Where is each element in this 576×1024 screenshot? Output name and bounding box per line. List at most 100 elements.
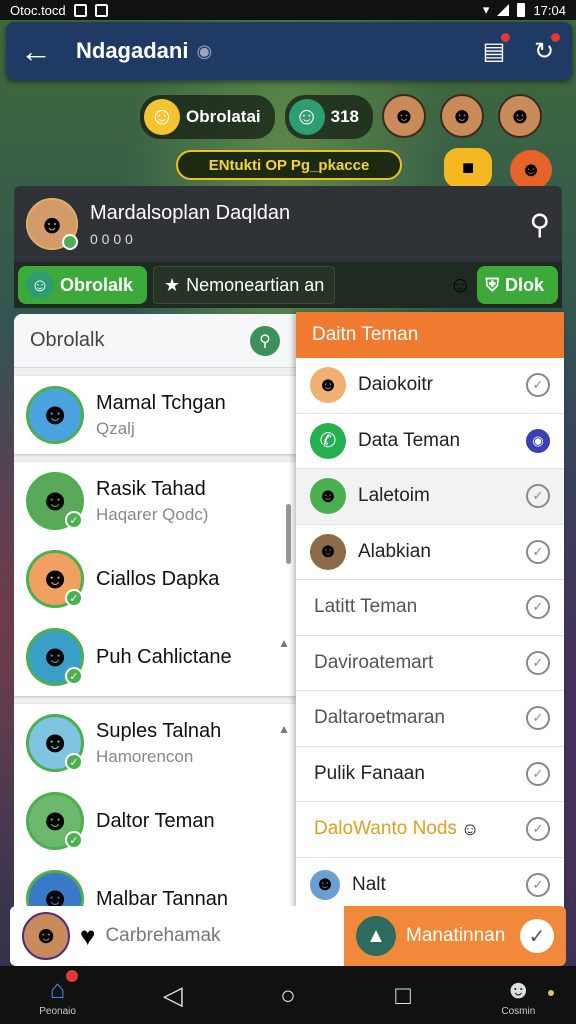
home-icon: ⌂: [49, 973, 66, 1004]
tab-notifications[interactable]: ★ Nemoneartian an: [153, 266, 336, 304]
contact-row[interactable]: ☻ ✓ Ciallos Dapka: [14, 540, 296, 618]
contact-name: Suples Talnah: [96, 719, 222, 742]
avatar-icon[interactable]: ☻: [498, 94, 542, 138]
check-icon: ✓: [65, 511, 83, 529]
tab-notifications-label: Nemoneartian an: [186, 274, 325, 295]
gift-icon[interactable]: ■: [444, 148, 492, 188]
friend-row[interactable]: ☻ Daiokoitr ✓: [296, 358, 564, 414]
friend-name: Latitt Teman: [314, 596, 418, 618]
green-face-icon: ☺: [288, 99, 325, 135]
friend-row[interactable]: ☻ Laletoim ✓: [296, 469, 564, 525]
compose-area[interactable]: ☻ ♥ Carbrehamak: [10, 906, 344, 966]
profile-sub: 0 0 0 0: [90, 230, 133, 247]
friend-name: DaloWanto Nods: [314, 818, 457, 840]
status-bar: Otoc.tocd ▾ 17:04: [0, 0, 576, 20]
inbox-button[interactable]: ▤: [480, 31, 512, 65]
caret-up-icon[interactable]: ▲: [278, 722, 290, 736]
search-icon[interactable]: ⚲: [529, 208, 550, 241]
contact-row[interactable]: ☻ ✓ Daltor Teman: [14, 782, 296, 860]
check-icon[interactable]: ✓: [526, 872, 550, 897]
friend-row[interactable]: ☻ Alabkian ✓: [296, 525, 564, 580]
check-icon[interactable]: ✓: [526, 817, 550, 842]
character-icon[interactable]: ☻: [510, 150, 552, 190]
friend-row[interactable]: ✆ Data Teman ◉: [296, 414, 564, 469]
wifi-icon: ▾: [482, 2, 490, 17]
friend-list-panel: Daitn Teman ☻ Daiokoitr ✓ ✆ Data Teman ◉…: [296, 312, 564, 912]
nav-profile[interactable]: ☻ Cosmin: [488, 974, 548, 1017]
user-avatar: ☻: [22, 912, 70, 960]
smiley-icon: ☺: [144, 99, 180, 135]
check-icon[interactable]: ✓: [520, 919, 554, 953]
check-icon[interactable]: ✓: [526, 650, 550, 675]
notification-icon: [73, 3, 87, 17]
contact-row[interactable]: ☻ ✓ Puh Cahlictane ▲: [14, 618, 296, 696]
tab-block[interactable]: ⛨ Dlok: [477, 266, 558, 304]
check-icon: ✓: [65, 831, 83, 849]
contact-status: Qzalj: [96, 418, 135, 438]
check-icon[interactable]: ✓: [526, 373, 550, 398]
back-icon[interactable]: ←: [20, 35, 60, 67]
stat-pill-value: 318: [330, 107, 359, 126]
contact-group: ☻ ✓ Suples Talnah Hamorencon ▲ ☻ ✓ Daltor …: [14, 704, 296, 914]
stat-pill-score[interactable]: ☺ 318: [284, 95, 373, 139]
contact-row[interactable]: ☻ ✓ Suples Talnah Hamorencon ▲: [14, 704, 296, 782]
tab-chat[interactable]: ☺ Obrolalk: [18, 266, 148, 304]
chat-list-title: Obrolalk: [30, 329, 105, 351]
profile-avatar[interactable]: ☻: [26, 198, 78, 250]
avatar-icon[interactable]: ☻: [382, 94, 426, 138]
friend-row[interactable]: Daltaroetmaran ✓: [296, 691, 564, 747]
friend-row[interactable]: Daviroatemart ✓: [296, 636, 564, 691]
home-badge: [65, 969, 78, 982]
scrollbar[interactable]: [286, 504, 291, 564]
chat-search-icon[interactable]: ⚲: [250, 325, 280, 356]
friend-name: Data Teman: [358, 429, 461, 451]
selected-icon[interactable]: ◉: [526, 428, 550, 453]
friend-avatar: ☻: [310, 367, 346, 404]
refresh-button[interactable]: ↻: [530, 31, 562, 65]
stat-pill-label: Obrolatai: [186, 107, 261, 126]
emoji-icon: ☺: [460, 818, 480, 839]
nav-home-system[interactable]: ○: [258, 980, 318, 1010]
nav-back[interactable]: ◁: [143, 980, 203, 1010]
contact-row[interactable]: ☻ ✓ Rasik Tahad Haqarer Qodc): [14, 462, 296, 540]
check-icon: ✓: [65, 589, 83, 607]
friend-name: Pulik Fanaan: [314, 762, 425, 784]
contact-avatar: ☻ ✓: [26, 472, 84, 530]
friend-row[interactable]: ☻ Nalt ✓: [296, 858, 564, 913]
friend-avatar: ☻: [310, 869, 340, 900]
game-stats: ☺ Obrolatai ☺ 318: [140, 92, 373, 142]
invite-label: Manatinnan: [406, 925, 506, 946]
friend-row[interactable]: Latitt Teman ✓: [296, 580, 564, 636]
check-icon[interactable]: ✓: [526, 706, 550, 731]
nav-profile-label: Cosmin: [501, 1005, 536, 1017]
contact-avatar: ☻: [26, 386, 84, 444]
check-icon[interactable]: ✓: [526, 761, 550, 786]
check-icon[interactable]: ✓: [526, 539, 550, 564]
sticker-icon[interactable]: ♥: [80, 921, 95, 952]
event-banner[interactable]: ENtukti OP Pg_pkacce: [176, 150, 402, 180]
friend-name: Laletoim: [358, 485, 430, 507]
friend-row[interactable]: Pulik Fanaan ✓: [296, 747, 564, 802]
contact-row[interactable]: ☻ Mamal Tchgan Qzalj: [14, 376, 296, 454]
contact-avatar: ☻ ✓: [26, 792, 84, 850]
friend-avatar: ☻: [310, 533, 346, 570]
avatar-icon[interactable]: ☻: [440, 94, 484, 138]
tab-block-label: Dlok: [504, 274, 544, 295]
rocket-icon: ▲: [356, 916, 396, 956]
invite-button[interactable]: ▲ Manatinnan ✓: [344, 906, 566, 966]
contact-avatar: ☻ ✓: [26, 714, 84, 772]
friend-name: Daiokoitr: [358, 374, 433, 396]
nav-recents[interactable]: □: [373, 980, 433, 1010]
check-icon[interactable]: ✓: [526, 595, 550, 620]
message-input[interactable]: Carbrehamak: [105, 925, 220, 947]
profile-card: ☻ Mardalsoplan Daqldan 0 0 0 0 ⚲: [14, 186, 562, 262]
check-icon[interactable]: ✓: [526, 484, 550, 509]
stat-pill-chat[interactable]: ☺ Obrolatai: [140, 95, 275, 139]
chat-list-panel: Obrolalk ⚲ ☻ Mamal Tchgan Qzalj ☻ ✓ Rasik…: [14, 314, 296, 914]
contact-group: ☻ Mamal Tchgan Qzalj: [14, 376, 296, 454]
nav-home[interactable]: ⌂ Peonaio: [28, 969, 88, 1017]
triangle-back-icon: ◁: [162, 980, 183, 1010]
square-recents-icon: □: [395, 980, 412, 1010]
friend-row[interactable]: DaloWanto Nods ☺ ✓: [296, 802, 564, 858]
caret-up-icon[interactable]: ▲: [278, 636, 290, 650]
